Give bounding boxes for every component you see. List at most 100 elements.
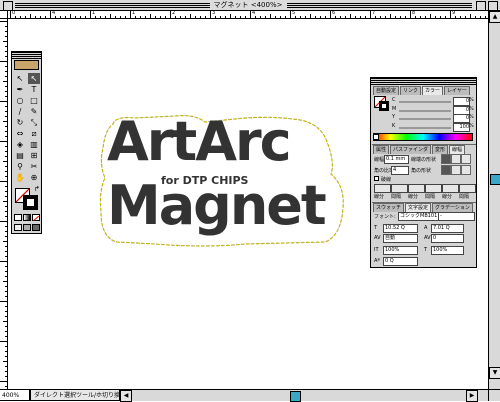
miter-limit-field[interactable]: 4 <box>391 166 409 175</box>
round-join-button[interactable] <box>451 165 461 175</box>
miter-join-button[interactable] <box>441 165 451 175</box>
leading-field[interactable]: 7.01 Q <box>431 224 464 233</box>
channel-value-field[interactable]: 100 <box>453 122 470 132</box>
zoom-level-field[interactable]: 400% <box>0 389 30 401</box>
ruler-tick <box>390 14 391 18</box>
scissors-tool-icon[interactable]: ✂ <box>28 161 40 172</box>
status-tool-popup[interactable]: ダイレクト選択ツール/ホ切り換え <box>30 389 120 401</box>
palette-tab[interactable]: パスファインダ <box>390 145 432 154</box>
palette-tab[interactable]: 変形 <box>432 145 449 154</box>
ruler-tick <box>5 116 7 117</box>
round-cap-button[interactable] <box>451 154 461 164</box>
none-mode-button[interactable] <box>32 214 40 222</box>
palette-tab[interactable]: 文字設定 <box>405 203 432 212</box>
ruler-tick <box>205 16 206 18</box>
tracking-field[interactable]: 自動 <box>383 234 418 243</box>
square-cap-button[interactable] <box>461 154 471 164</box>
ruler-tick <box>415 16 416 18</box>
blend-tool-icon[interactable]: ◈ <box>14 139 26 150</box>
palette-tab[interactable]: 線幅 <box>449 145 466 154</box>
direct-selection-tool-icon[interactable]: ↖ <box>28 73 40 84</box>
channel-slider[interactable] <box>399 101 451 103</box>
ruler-tick <box>20 16 21 18</box>
zoom-tool-icon[interactable]: ⊕ <box>28 172 40 183</box>
stroke-swatch[interactable] <box>23 195 38 210</box>
vertical-scrollbar[interactable]: ▲ ▼ <box>488 11 500 389</box>
tool-palette-drag-bar[interactable] <box>12 52 41 59</box>
ruler-origin[interactable] <box>0 11 8 19</box>
mesh-tool-icon[interactable]: ⊞ <box>28 150 40 161</box>
color-mode-button[interactable] <box>14 214 22 221</box>
rectangle-tool-icon[interactable]: □ <box>28 95 40 106</box>
vertical-scroll-thumb[interactable] <box>490 174 500 185</box>
vertical-scale-field[interactable]: 100% <box>431 246 464 255</box>
gradient-mode-button[interactable] <box>23 214 31 221</box>
palette-tab[interactable]: グラデーション <box>432 203 473 212</box>
font-size-field[interactable]: 10.52 Q <box>383 224 418 233</box>
vertical-ruler[interactable] <box>0 19 8 389</box>
dash-checkbox[interactable] <box>374 176 379 181</box>
floating-palette[interactable]: 自動設定 リンク カラー レイヤー 属性 パスファインダ 変形 線幅 線幅 0.1 mm 線… <box>370 77 477 268</box>
selection-tool-icon[interactable]: ↖ <box>14 73 26 84</box>
dash-field[interactable] <box>374 184 391 193</box>
hand-tool-icon[interactable]: ✋ <box>14 172 26 183</box>
rotate-tool-icon[interactable]: ↻ <box>14 117 26 128</box>
graph-tool-icon[interactable]: ▥ <box>28 139 40 150</box>
horizontal-scrollbar[interactable]: ◀ ▶ <box>120 389 488 402</box>
channel-slider[interactable] <box>399 126 451 129</box>
channel-slider[interactable] <box>399 109 451 112</box>
kerning-field[interactable]: 0 <box>431 234 464 243</box>
zoom-box-icon[interactable] <box>476 1 486 11</box>
scroll-left-arrow-icon[interactable]: ◀ <box>120 390 132 402</box>
font-family-field[interactable]: ゴシックMB101 <box>398 212 439 221</box>
palette-tab[interactable]: スウォッチ <box>373 203 405 212</box>
palette-drag-bar[interactable] <box>371 78 476 85</box>
scroll-right-arrow-icon[interactable]: ▶ <box>466 390 478 402</box>
shear-tool-icon[interactable]: ⧄ <box>28 128 40 139</box>
dash-field[interactable] <box>408 184 425 193</box>
resize-grip-icon[interactable] <box>488 389 500 401</box>
butt-cap-button[interactable] <box>441 154 451 164</box>
scale-tool-icon[interactable]: ⤡ <box>28 117 40 128</box>
gradient-tool-icon[interactable]: ▤ <box>14 150 26 161</box>
brush-tool-icon[interactable]: ∕ <box>14 106 26 117</box>
font-style-field[interactable]: - <box>438 212 475 221</box>
pen-tool-icon[interactable]: ✒ <box>14 84 26 95</box>
stroke-weight-field[interactable]: 0.1 mm <box>384 155 409 164</box>
ruler-tick <box>345 16 346 18</box>
pencil-tool-icon[interactable]: ✎ <box>28 106 40 117</box>
scroll-down-arrow-icon[interactable]: ▼ <box>489 367 500 379</box>
channel-slider[interactable] <box>399 118 451 120</box>
palette-tab[interactable]: レイヤー <box>444 86 470 95</box>
dash-field[interactable] <box>442 184 459 193</box>
scroll-up-arrow-icon[interactable]: ▲ <box>489 11 500 23</box>
spectrum-none-icon[interactable] <box>373 134 379 140</box>
swap-colors-icon[interactable]: ↱ <box>34 185 40 193</box>
palette-tab[interactable]: カラー <box>422 86 444 95</box>
type-tool-icon[interactable]: T <box>28 84 40 95</box>
baseline-shift-field[interactable]: 0 Q <box>383 257 418 266</box>
ellipse-tool-icon[interactable]: ○ <box>14 95 26 106</box>
dash-field[interactable] <box>425 184 442 193</box>
horizontal-ruler[interactable]: 04112345678910 <box>8 10 498 19</box>
horizontal-scroll-thumb[interactable] <box>290 391 301 402</box>
ruler-tick <box>290 10 291 18</box>
palette-tab[interactable]: 自動設定 <box>373 86 400 95</box>
app-logo-icon[interactable] <box>14 60 39 70</box>
color-stroke-swatch[interactable] <box>379 101 389 111</box>
eyedropper-tool-icon[interactable]: ⚲ <box>14 161 26 172</box>
tool-palette[interactable]: ↱ ↖ ↖ ✒ T ○ □ ∕ ✎ ↻ ⤡ ⇔ ⧄ ◈ ▥ ▤ ⊞ ⚲ ✂ ✋ ⊕ <box>11 51 42 234</box>
screen-mode-full[interactable] <box>32 224 40 231</box>
color-spectrum-bar[interactable] <box>373 133 473 141</box>
dash-field[interactable] <box>459 184 476 193</box>
horizontal-scale-field[interactable]: 100% <box>383 246 418 255</box>
screen-mode-standard[interactable] <box>14 224 22 231</box>
palette-tab[interactable]: リンク <box>400 86 422 95</box>
bevel-join-button[interactable] <box>461 165 471 175</box>
artwork-logo[interactable]: ArtArc for DTP CHIPS Magnet <box>95 112 345 252</box>
dash-field[interactable] <box>391 184 408 193</box>
screen-mode-menu[interactable] <box>23 224 31 231</box>
reflect-tool-icon[interactable]: ⇔ <box>14 128 26 139</box>
ruler-tick <box>270 14 271 18</box>
palette-tab[interactable]: 属性 <box>373 145 390 154</box>
